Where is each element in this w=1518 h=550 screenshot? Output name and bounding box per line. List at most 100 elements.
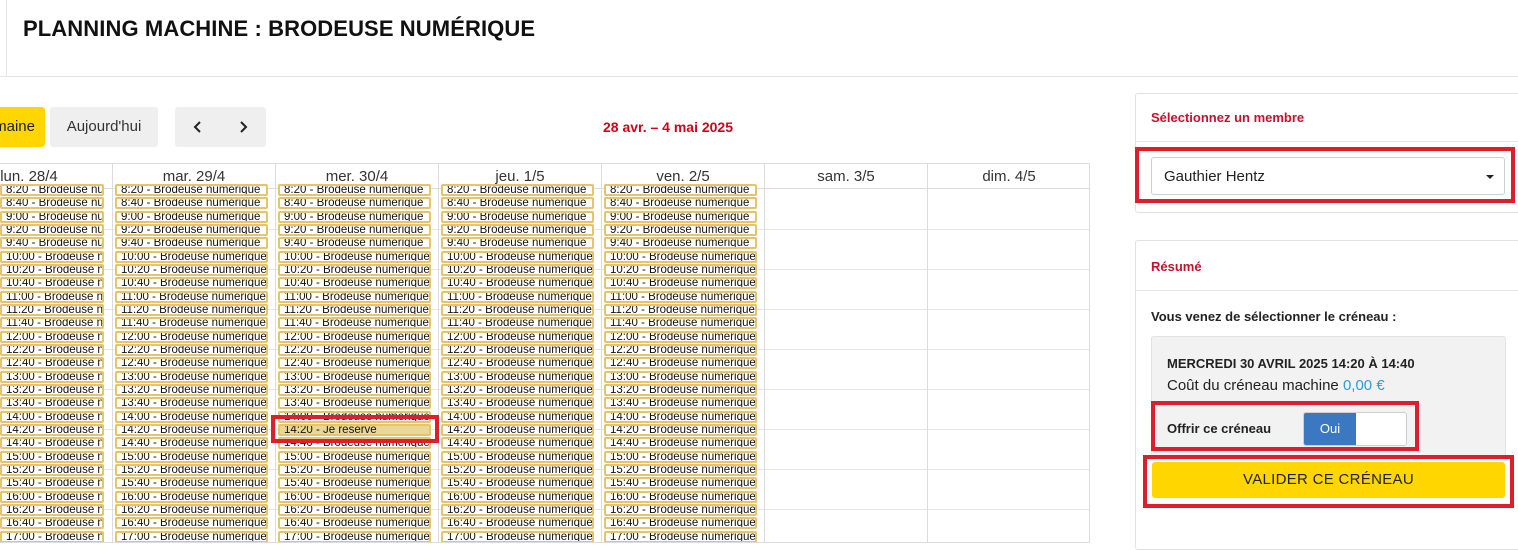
week-view-button[interactable]: maine [0, 107, 45, 147]
time-slot[interactable]: 13:40 - Brodeuse numérique [278, 397, 431, 410]
time-slot[interactable]: 13:40 - Brodeuse numérique [0, 397, 104, 410]
time-slot[interactable]: 16:00 - Brodeuse numérique [441, 490, 594, 503]
time-slot[interactable]: 10:40 - Brodeuse numérique [115, 277, 268, 290]
time-slot[interactable]: 11:20 - Brodeuse numérique [115, 303, 268, 316]
time-slot[interactable]: 9:20 - Brodeuse numérique [115, 223, 268, 236]
time-slot[interactable]: 15:40 - Brodeuse numérique [0, 477, 104, 490]
time-slot[interactable]: 16:20 - Brodeuse numérique [278, 503, 431, 516]
time-slot[interactable]: 12:20 - Brodeuse numérique [115, 343, 268, 356]
time-slot[interactable]: 16:40 - Brodeuse numérique [441, 517, 594, 530]
time-slot[interactable]: 17:00 - Brodeuse numérique [278, 530, 431, 542]
time-slot[interactable]: 16:00 - Brodeuse numérique [0, 490, 104, 503]
time-slot[interactable]: 13:00 - Brodeuse numérique [604, 370, 757, 383]
time-slot[interactable]: 12:40 - Brodeuse numérique [604, 357, 757, 370]
time-slot[interactable]: 10:20 - Brodeuse numérique [604, 263, 757, 276]
time-slot[interactable]: 10:00 - Brodeuse numérique [278, 250, 431, 263]
time-slot[interactable]: 8:40 - Brodeuse numérique [278, 197, 431, 210]
time-slot[interactable]: 8:40 - Brodeuse numérique [115, 197, 268, 210]
time-slot[interactable]: 9:00 - Brodeuse numérique [278, 210, 431, 223]
time-slot[interactable]: 11:00 - Brodeuse numérique [441, 290, 594, 303]
time-slot[interactable]: 15:40 - Brodeuse numérique [604, 477, 757, 490]
time-slot[interactable]: 15:00 - Brodeuse numérique [441, 450, 594, 463]
prev-week-button[interactable] [175, 107, 220, 147]
time-slot[interactable]: 14:20 - Brodeuse numérique [604, 423, 757, 436]
time-slot[interactable]: 9:00 - Brodeuse numérique [604, 210, 757, 223]
time-slot[interactable]: 13:40 - Brodeuse numérique [115, 397, 268, 410]
time-slot[interactable]: 15:40 - Brodeuse numérique [278, 477, 431, 490]
time-slot[interactable]: 14:00 - Brodeuse numérique [441, 410, 594, 423]
time-slot[interactable]: 11:40 - Brodeuse numérique [278, 317, 431, 330]
time-slot[interactable]: 14:40 - Brodeuse numérique [604, 437, 757, 450]
time-slot[interactable]: 13:00 - Brodeuse numérique [115, 370, 268, 383]
time-slot[interactable]: 15:40 - Brodeuse numérique [115, 477, 268, 490]
time-slot[interactable]: 8:20 - Brodeuse numérique [441, 184, 594, 196]
time-slot[interactable]: 9:40 - Brodeuse numérique [441, 237, 594, 250]
time-slot[interactable]: 9:20 - Brodeuse numérique [0, 223, 104, 236]
time-slot[interactable]: 9:40 - Brodeuse numérique [604, 237, 757, 250]
time-slot[interactable]: 10:20 - Brodeuse numérique [0, 263, 104, 276]
time-slot[interactable]: 14:40 - Brodeuse numérique [115, 437, 268, 450]
time-slot[interactable]: 11:20 - Brodeuse numérique [441, 303, 594, 316]
time-slot[interactable]: 13:20 - Brodeuse numérique [441, 383, 594, 396]
time-slot[interactable]: 13:00 - Brodeuse numérique [441, 370, 594, 383]
time-slot[interactable]: 11:40 - Brodeuse numérique [0, 317, 104, 330]
time-slot[interactable]: 11:00 - Brodeuse numérique [0, 290, 104, 303]
time-slot[interactable]: 12:20 - Brodeuse numérique [278, 343, 431, 356]
time-slot[interactable]: 11:40 - Brodeuse numérique [604, 317, 757, 330]
time-slot[interactable]: 15:00 - Brodeuse numérique [115, 450, 268, 463]
time-slot[interactable]: 9:40 - Brodeuse numérique [0, 237, 104, 250]
time-slot[interactable]: 12:00 - Brodeuse numérique [441, 330, 594, 343]
time-slot[interactable]: 14:00 - Brodeuse numérique [604, 410, 757, 423]
time-slot[interactable]: 10:00 - Brodeuse numérique [604, 250, 757, 263]
time-slot[interactable]: 14:00 - Brodeuse numérique [115, 410, 268, 423]
time-slot[interactable]: 14:20 - Brodeuse numérique [0, 423, 104, 436]
time-slot[interactable]: 12:00 - Brodeuse numérique [278, 330, 431, 343]
time-slot[interactable]: 12:00 - Brodeuse numérique [0, 330, 104, 343]
time-slot[interactable]: 9:20 - Brodeuse numérique [441, 223, 594, 236]
time-slot[interactable]: 17:00 - Brodeuse numérique [441, 530, 594, 542]
time-slot[interactable]: 8:20 - Brodeuse numérique [115, 184, 268, 196]
time-slot[interactable]: 10:40 - Brodeuse numérique [0, 277, 104, 290]
time-slot[interactable]: 11:40 - Brodeuse numérique [115, 317, 268, 330]
time-slot[interactable]: 11:20 - Brodeuse numérique [278, 303, 431, 316]
time-slot[interactable]: 15:20 - Brodeuse numérique [0, 463, 104, 476]
today-button[interactable]: Aujourd'hui [50, 107, 158, 147]
time-slot[interactable]: 16:20 - Brodeuse numérique [0, 503, 104, 516]
time-slot[interactable]: 9:20 - Brodeuse numérique [278, 223, 431, 236]
time-slot[interactable]: 11:00 - Brodeuse numérique [604, 290, 757, 303]
time-slot[interactable]: 14:20 - Brodeuse numérique [115, 423, 268, 436]
time-slot[interactable]: 14:20 - Brodeuse numérique [441, 423, 594, 436]
time-slot[interactable]: 10:40 - Brodeuse numérique [441, 277, 594, 290]
time-slot[interactable]: 10:20 - Brodeuse numérique [441, 263, 594, 276]
time-slot[interactable]: 8:20 - Brodeuse numérique [0, 184, 104, 196]
time-slot[interactable]: 17:00 - Brodeuse numérique [115, 530, 268, 542]
time-slot[interactable]: 16:40 - Brodeuse numérique [604, 517, 757, 530]
time-slot[interactable]: 16:20 - Brodeuse numérique [115, 503, 268, 516]
time-slot[interactable]: 13:20 - Brodeuse numérique [0, 383, 104, 396]
time-slot[interactable]: 10:00 - Brodeuse numérique [0, 250, 104, 263]
time-slot[interactable]: 15:20 - Brodeuse numérique [441, 463, 594, 476]
time-slot[interactable]: 10:40 - Brodeuse numérique [604, 277, 757, 290]
time-slot[interactable]: 9:00 - Brodeuse numérique [115, 210, 268, 223]
time-slot[interactable]: 12:40 - Brodeuse numérique [278, 357, 431, 370]
time-slot[interactable]: 16:00 - Brodeuse numérique [115, 490, 268, 503]
time-slot[interactable]: 9:40 - Brodeuse numérique [278, 237, 431, 250]
time-slot[interactable]: 15:00 - Brodeuse numérique [0, 450, 104, 463]
time-slot[interactable]: 15:00 - Brodeuse numérique [278, 450, 431, 463]
time-slot[interactable]: 12:40 - Brodeuse numérique [0, 357, 104, 370]
time-slot[interactable]: 8:40 - Brodeuse numérique [0, 197, 104, 210]
time-slot[interactable]: 14:40 - Brodeuse numérique [441, 437, 594, 450]
time-slot[interactable]: 16:00 - Brodeuse numérique [604, 490, 757, 503]
time-slot[interactable]: 8:40 - Brodeuse numérique [604, 197, 757, 210]
time-slot[interactable]: 16:20 - Brodeuse numérique [441, 503, 594, 516]
time-slot[interactable]: 11:20 - Brodeuse numérique [604, 303, 757, 316]
time-slot[interactable]: 10:20 - Brodeuse numérique [278, 263, 431, 276]
time-slot[interactable]: 17:00 - Brodeuse numérique [0, 530, 104, 542]
time-slot[interactable]: 11:00 - Brodeuse numérique [278, 290, 431, 303]
time-slot[interactable]: 13:20 - Brodeuse numérique [604, 383, 757, 396]
time-slot[interactable]: 13:20 - Brodeuse numérique [278, 383, 431, 396]
time-slot[interactable]: 12:20 - Brodeuse numérique [604, 343, 757, 356]
time-slot[interactable]: 14:00 - Brodeuse numérique [0, 410, 104, 423]
time-slot[interactable]: 13:00 - Brodeuse numérique [0, 370, 104, 383]
time-slot[interactable]: 11:20 - Brodeuse numérique [0, 303, 104, 316]
